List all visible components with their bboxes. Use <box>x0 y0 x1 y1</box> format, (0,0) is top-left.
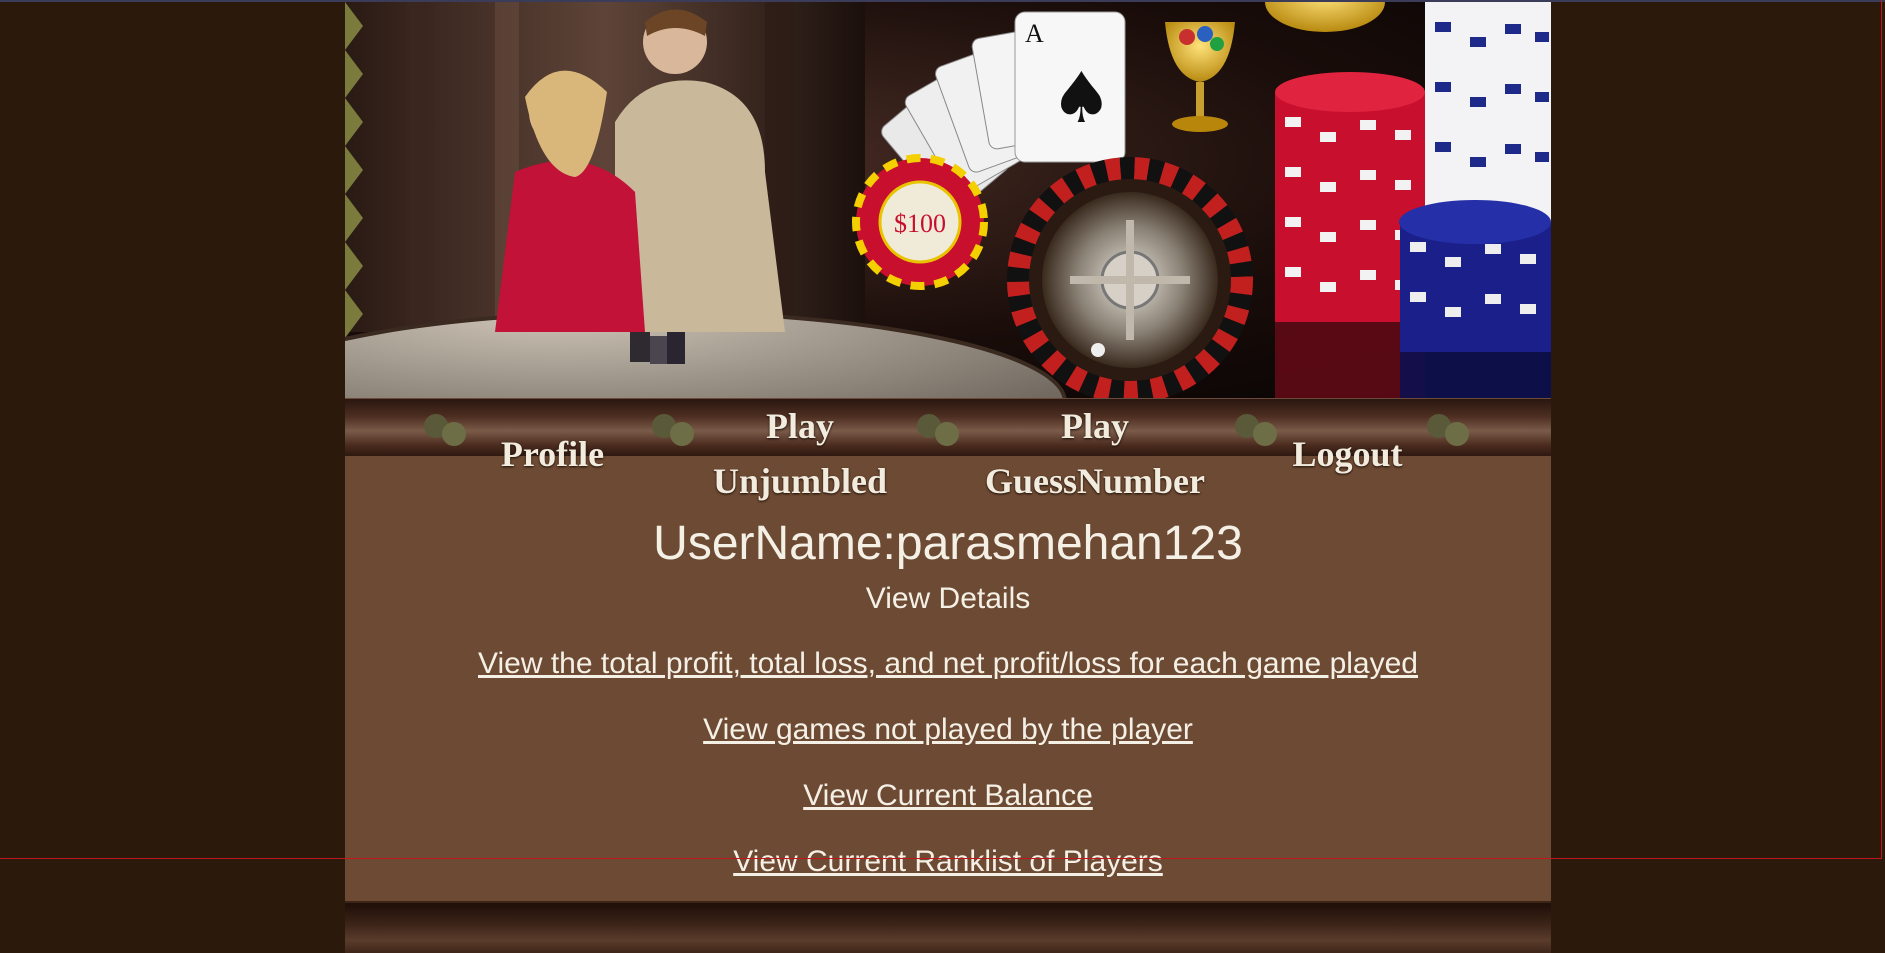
nav-play-unjumbled[interactable]: Play Unjumbled <box>700 399 900 509</box>
dice-separator-icon <box>1427 414 1469 446</box>
current-balance-link[interactable]: View Current Balance <box>345 779 1551 813</box>
username-heading: UserName:parasmehan123 <box>653 517 1243 570</box>
casino-banner: A ♠ $100 <box>345 2 1551 398</box>
nav-profile[interactable]: Profile <box>465 427 640 482</box>
dice-separator-icon <box>652 414 694 446</box>
banner-illustration: A ♠ $100 <box>345 2 1551 398</box>
dice-separator-icon <box>917 414 959 446</box>
games-not-played-link[interactable]: View games not played by the player <box>345 713 1551 747</box>
nav-play-guessnumber[interactable]: Play GuessNumber <box>970 399 1220 509</box>
svg-text:♠: ♠ <box>1050 57 1113 139</box>
ranklist-link[interactable]: View Current Ranklist of Players <box>345 845 1551 879</box>
svg-text:A: A <box>1025 19 1044 48</box>
dice-separator-icon <box>424 414 466 446</box>
profit-loss-link[interactable]: View the total profit, total loss, and n… <box>345 647 1551 681</box>
dice-separator-icon <box>1235 414 1277 446</box>
viewport-guide-line-vertical <box>1881 0 1882 859</box>
main-content: UserName:parasmehan123 View Details View… <box>345 456 1551 903</box>
chip-label: $100 <box>894 209 946 238</box>
viewport-guide-line <box>0 858 1882 859</box>
view-details-heading: View Details <box>865 582 1031 615</box>
nav-logout[interactable]: Logout <box>1275 427 1420 482</box>
page-container: A ♠ $100 UserName:parasmehan123 View Det… <box>345 2 1551 953</box>
page-footer <box>345 903 1551 953</box>
